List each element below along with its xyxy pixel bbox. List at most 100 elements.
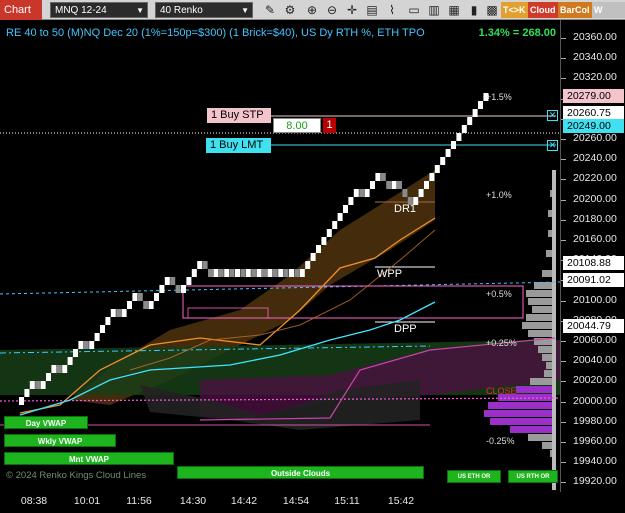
us-rth-or-button[interactable]: US RTH OR [508, 470, 558, 483]
volume-profile-bar [490, 418, 556, 425]
volume-profile-bar [528, 434, 556, 441]
profile-spine [552, 170, 556, 490]
down-brick [137, 293, 143, 301]
weekly-vwap-button[interactable]: W VWAP [592, 2, 625, 18]
up-brick [332, 221, 338, 229]
down-brick [35, 381, 41, 389]
bar-type-selector[interactable]: 40 Renko ▼ [155, 2, 253, 18]
grid-icon[interactable]: ▩ [484, 2, 500, 18]
price-marker: 20249.00 [563, 119, 624, 133]
y-tick-label: 20100.00 [573, 293, 617, 306]
ruler-icon[interactable]: ▮ [466, 2, 482, 18]
pct-label-0-25: +0.25% [486, 338, 517, 348]
up-brick [316, 245, 321, 253]
price-marker: 20260.75 [563, 106, 624, 120]
up-brick [159, 285, 165, 293]
down-brick [208, 269, 213, 277]
properties-icon[interactable]: ▥ [426, 2, 442, 18]
day-vwap-button[interactable]: Day VWAP [4, 416, 88, 429]
up-brick [310, 253, 316, 261]
y-tick-label: 19940.00 [573, 455, 617, 468]
y-tick-label: 20020.00 [573, 374, 617, 387]
up-brick [451, 141, 456, 149]
down-brick [283, 269, 289, 277]
label-icon[interactable]: ▭ [406, 2, 422, 18]
up-brick [343, 205, 348, 213]
close-icon[interactable]: ✕ [547, 140, 558, 151]
y-tick-mark [561, 442, 566, 443]
up-brick [181, 285, 186, 293]
pencil-icon[interactable]: ✎ [262, 2, 278, 18]
bars-icon[interactable]: ▦ [446, 2, 462, 18]
y-tick-mark [561, 421, 566, 423]
buy-lmt-order[interactable]: 1 Buy LMT [206, 138, 271, 153]
volume-profile-bar [528, 330, 556, 337]
up-brick [348, 197, 354, 205]
x-tick-label: 08:38 [20, 495, 48, 507]
pct-label-1-0: +1.0% [486, 190, 512, 200]
y-tick-mark [561, 139, 566, 140]
down-brick [251, 269, 257, 277]
order-quantity-field[interactable]: 8.00 [273, 118, 321, 133]
time-and-kings-button[interactable]: T<>K [501, 2, 528, 18]
up-brick [278, 269, 284, 277]
y-tick-mark [561, 300, 566, 302]
outside-clouds-button[interactable]: Outside Clouds [177, 466, 424, 479]
chart-toolbar: Chart MNQ 12-24 ▼ 40 Renko ▼ ✎ ⚙ ⊕ ⊖ ✛ ▤… [0, 0, 625, 20]
up-brick [364, 189, 370, 197]
copyright-watermark: © 2024 Renko Kings Cloud Lines [6, 470, 147, 481]
drawing-icon[interactable]: ⌇ [384, 2, 400, 18]
up-brick [235, 269, 240, 277]
time-axis[interactable]: 08:38 10:01 11:56 14:30 14:42 14:54 15:11 15:42 [0, 492, 560, 513]
up-brick [191, 269, 197, 277]
up-brick [418, 189, 424, 197]
y-tick-label: 20360.00 [573, 31, 617, 43]
x-tick-label: 15:11 [334, 495, 360, 507]
up-brick [305, 261, 311, 269]
crosshair-icon[interactable]: ✛ [344, 2, 360, 18]
volume-profile-bar [488, 402, 556, 409]
up-brick [154, 293, 159, 301]
up-brick [299, 269, 305, 277]
chevron-down-icon: ▼ [136, 6, 144, 15]
up-brick [478, 101, 483, 109]
price-marker: 20091.02 [563, 273, 624, 287]
us-eth-or-button[interactable]: US ETH OR [447, 470, 501, 483]
bar-color-button[interactable]: BarCol [558, 2, 592, 18]
position-flag[interactable]: 1 [323, 118, 336, 133]
chart-title: RE 40 to 50 (M)NQ Dec 20 (1%=150p=$300) … [6, 27, 425, 39]
y-tick-label: 19980.00 [573, 414, 617, 427]
mnt-vwap-button[interactable]: Mnt VWAP [4, 452, 174, 465]
y-tick-mark [561, 462, 566, 464]
up-brick [67, 357, 73, 365]
y-tick-mark [561, 219, 566, 221]
down-brick [175, 285, 181, 293]
down-brick [218, 269, 224, 277]
cloud-button[interactable]: Cloud [528, 2, 558, 18]
price-chart[interactable]: RE 40 to 50 (M)NQ Dec 20 (1%=150p=$300) … [0, 20, 560, 492]
bar-type-label: 40 Renko [160, 5, 203, 16]
pct-label-0-5: +0.5% [486, 289, 512, 299]
instrument-selector[interactable]: MNQ 12-24 ▼ [50, 2, 148, 18]
close-icon[interactable]: ✕ [547, 110, 558, 121]
up-brick [105, 317, 111, 325]
lock-icon[interactable]: ▤ [364, 2, 380, 18]
wkly-vwap-button[interactable]: Wkly VWAP [4, 434, 116, 447]
down-brick [116, 309, 122, 317]
x-tick-label: 14:54 [282, 495, 310, 507]
y-tick-mark [561, 341, 566, 342]
price-axis[interactable]: 20360.0020340.0020320.0020300.0020280.00… [560, 20, 625, 492]
dpp-label: DPP [394, 323, 417, 335]
buy-stp-order[interactable]: 1 Buy STP [207, 108, 271, 123]
y-tick-mark [561, 78, 566, 80]
zoom-out-icon[interactable]: ⊖ [324, 2, 340, 18]
volume-profile-bar [526, 314, 556, 321]
chart-tab[interactable]: Chart [0, 0, 42, 20]
chevron-down-icon: ▼ [241, 6, 249, 15]
zoom-in-icon[interactable]: ⊕ [304, 2, 320, 18]
x-tick-label: 14:42 [230, 495, 258, 507]
settings-icon[interactable]: ⚙ [282, 2, 298, 18]
down-brick [143, 301, 149, 309]
up-brick [245, 269, 251, 277]
up-brick [24, 389, 30, 397]
